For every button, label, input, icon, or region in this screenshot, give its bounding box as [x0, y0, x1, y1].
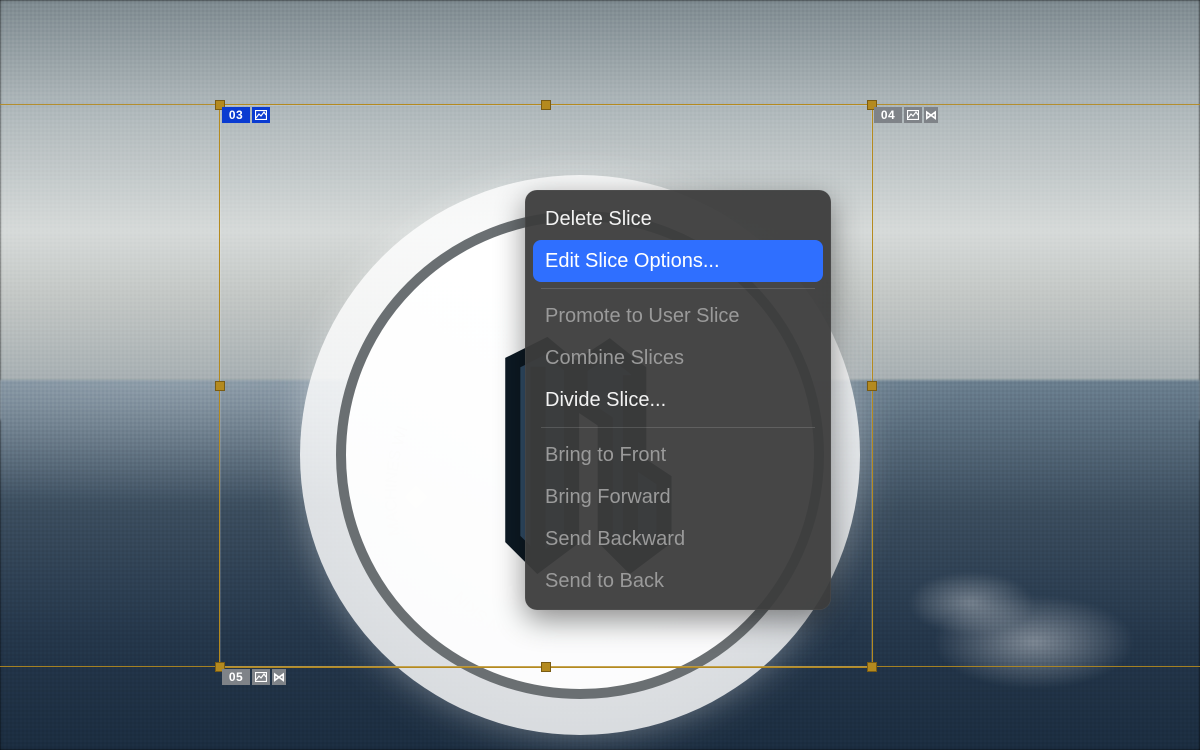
- slice-chip-number: 04: [874, 107, 902, 123]
- slice-chip-03[interactable]: 03: [222, 107, 270, 123]
- resize-handle-b[interactable]: [541, 662, 551, 672]
- resize-handle-br[interactable]: [867, 662, 877, 672]
- menu-combine-slices: Combine Slices: [533, 337, 823, 379]
- menu-divide-slice[interactable]: Divide Slice...: [533, 379, 823, 421]
- menu-edit-slice-options[interactable]: Edit Slice Options...: [533, 240, 823, 282]
- menu-send-backward: Send Backward: [533, 518, 823, 560]
- menu-delete-slice[interactable]: Delete Slice: [533, 198, 823, 240]
- slice-context-menu[interactable]: Delete Slice Edit Slice Options... Promo…: [525, 190, 831, 610]
- menu-send-to-back: Send to Back: [533, 560, 823, 602]
- image-icon: [904, 107, 922, 123]
- link-icon: ⋈: [272, 669, 286, 685]
- menu-promote-user-slice: Promote to User Slice: [533, 295, 823, 337]
- menu-bring-forward: Bring Forward: [533, 476, 823, 518]
- resize-handle-l[interactable]: [215, 381, 225, 391]
- menu-bring-to-front: Bring to Front: [533, 434, 823, 476]
- slice-chip-number: 03: [222, 107, 250, 123]
- menu-separator: [541, 288, 815, 289]
- image-icon: [252, 669, 270, 685]
- menu-separator: [541, 427, 815, 428]
- resize-handle-t[interactable]: [541, 100, 551, 110]
- slice-chip-04[interactable]: 04 ⋈: [874, 107, 938, 123]
- slice-chip-number: 05: [222, 669, 250, 685]
- editor-canvas[interactable]: MACHINES WI HUMAN SKIN: [0, 0, 1200, 750]
- resize-handle-r[interactable]: [867, 381, 877, 391]
- slice-chip-05[interactable]: 05 ⋈: [222, 669, 286, 685]
- image-icon: [252, 107, 270, 123]
- link-icon: ⋈: [924, 107, 938, 123]
